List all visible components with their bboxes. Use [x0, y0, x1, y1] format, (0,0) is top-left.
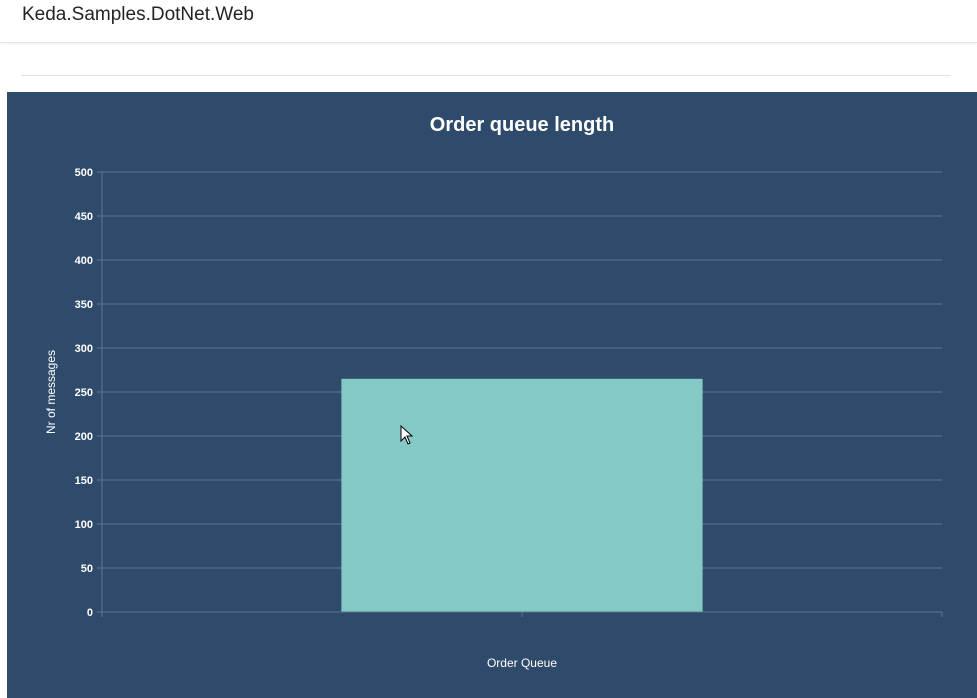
bars [341, 378, 703, 612]
y-tick-label: 200 [75, 431, 93, 443]
y-tick-label: 350 [75, 299, 93, 311]
y-tick-label: 300 [75, 343, 93, 355]
y-tick-label: 400 [75, 255, 93, 267]
divider [21, 75, 951, 76]
bar [341, 378, 703, 612]
bar-chart: Order queue length Nr of messages 0 50 100… [44, 114, 943, 670]
x-tick-label: Order Queue [487, 656, 557, 670]
y-tick-label: 500 [75, 167, 93, 179]
chart-panel: Order queue length Nr of messages 0 50 100… [7, 92, 977, 698]
y-tick-label: 450 [75, 211, 93, 223]
mouse-cursor-icon [400, 425, 414, 445]
x-tick-labels: Order Queue [487, 656, 557, 670]
chart-title: Order queue length [430, 114, 614, 136]
navbar: Keda.Samples.DotNet.Web [0, 0, 977, 43]
y-tick-label: 100 [75, 519, 93, 531]
y-tick-label: 250 [75, 387, 93, 399]
y-tick-labels: 0 50 100 150 200 250 300 350 400 450 500 [75, 167, 93, 619]
y-tick-label: 0 [87, 607, 93, 619]
y-axis-label: Nr of messages [44, 350, 58, 434]
y-tick-label: 50 [81, 563, 93, 575]
brand-link[interactable]: Keda.Samples.DotNet.Web [22, 4, 254, 26]
y-tick-label: 150 [75, 475, 93, 487]
